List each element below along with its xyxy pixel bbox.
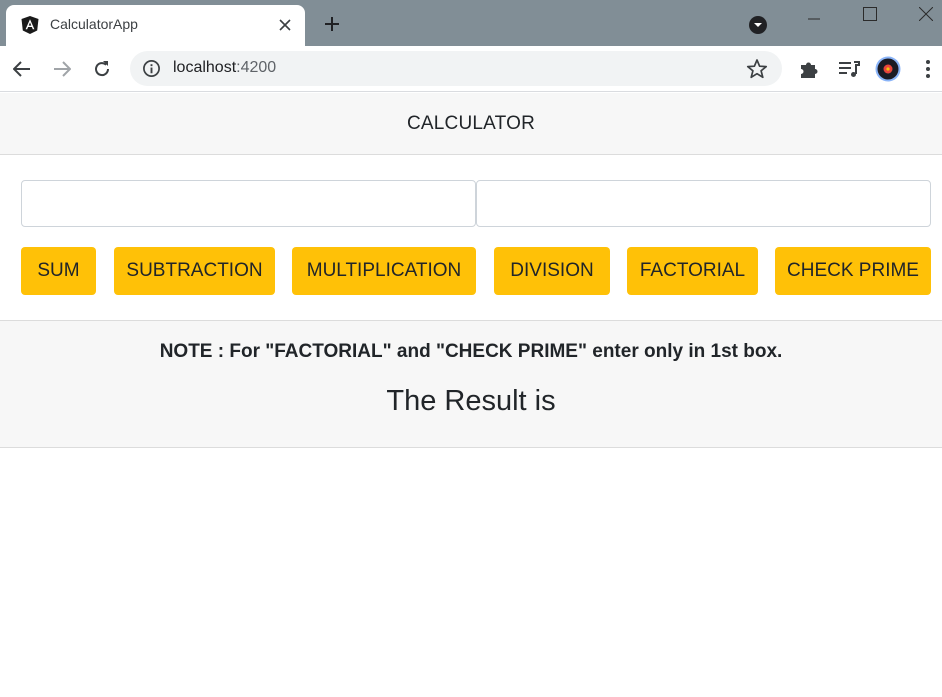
second-number-input[interactable] xyxy=(476,180,931,227)
window-close-icon[interactable] xyxy=(902,0,942,28)
info-icon[interactable] xyxy=(142,59,161,78)
first-number-input[interactable] xyxy=(21,180,476,227)
division-button[interactable]: DIVISION xyxy=(494,247,610,295)
address-bar[interactable]: localhost:4200 xyxy=(130,51,782,86)
tab-strip: CalculatorApp xyxy=(0,0,942,46)
sum-button[interactable]: SUM xyxy=(21,247,96,295)
factorial-button[interactable]: FACTORIAL xyxy=(627,247,758,295)
url-port: :4200 xyxy=(236,59,277,76)
puzzle-icon[interactable] xyxy=(797,57,821,81)
page-title: CALCULATOR xyxy=(407,112,535,134)
browser-tab[interactable]: CalculatorApp xyxy=(6,5,305,46)
usage-note: NOTE : For "FACTORIAL" and "CHECK PRIME"… xyxy=(159,341,783,362)
angular-logo-icon xyxy=(21,16,39,34)
subtraction-button[interactable]: SUBTRACTION xyxy=(114,247,275,295)
tab-title: CalculatorApp xyxy=(50,16,138,32)
app-header: CALCULATOR xyxy=(0,93,942,155)
tab-search-icon[interactable] xyxy=(748,15,768,35)
kebab-menu-icon[interactable] xyxy=(918,57,938,81)
calculator-page: CALCULATOR SUM SUBTRACTION MULTIPLICATIO… xyxy=(0,93,942,697)
forward-arrow-icon[interactable] xyxy=(48,55,76,83)
close-icon[interactable] xyxy=(274,14,296,36)
star-icon[interactable] xyxy=(746,58,768,80)
profile-avatar-icon[interactable] xyxy=(875,56,901,82)
url-host: localhost xyxy=(173,59,237,76)
plus-icon[interactable] xyxy=(318,10,346,38)
result-text: The Result is xyxy=(386,385,556,417)
media-queue-icon[interactable] xyxy=(837,57,861,81)
back-arrow-icon[interactable] xyxy=(8,55,36,83)
multiplication-button[interactable]: MULTIPLICATION xyxy=(292,247,476,295)
minimize-icon[interactable] xyxy=(790,0,838,28)
browser-toolbar: localhost:4200 xyxy=(0,46,942,92)
url-text: localhost:4200 xyxy=(173,59,276,77)
check-prime-button[interactable]: CHECK PRIME xyxy=(775,247,931,295)
maximize-icon[interactable] xyxy=(846,0,894,28)
reload-icon[interactable] xyxy=(88,55,116,83)
result-panel: NOTE : For "FACTORIAL" and "CHECK PRIME"… xyxy=(0,320,942,448)
